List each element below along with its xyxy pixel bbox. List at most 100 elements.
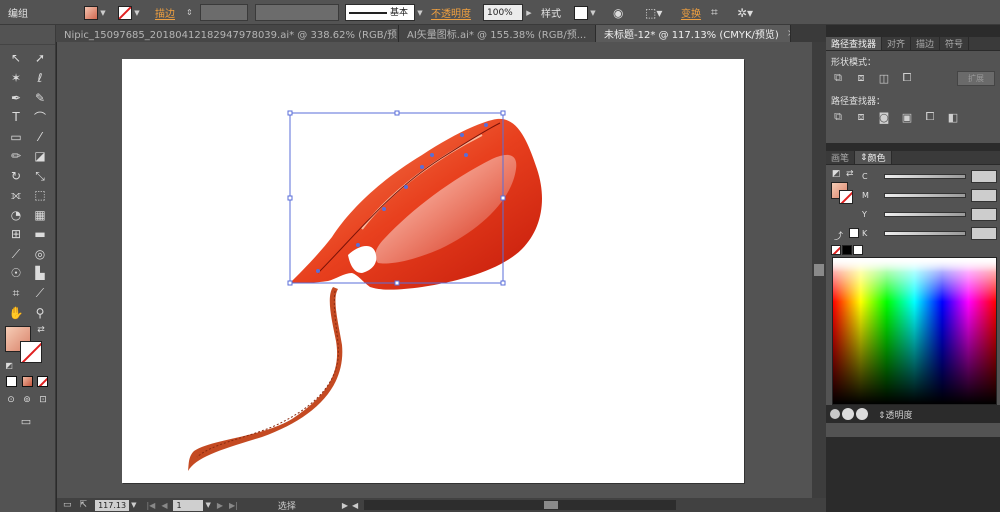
brush-definition-dropdown[interactable]: 基本 — [345, 4, 415, 21]
column-graph-tool-icon[interactable]: ▙ — [30, 264, 50, 282]
appearance-icon[interactable] — [830, 409, 840, 419]
color-spectrum[interactable] — [832, 257, 997, 405]
horizontal-scrollbar[interactable] — [364, 500, 677, 510]
minus-front-icon[interactable]: ⧈ — [854, 71, 868, 84]
stroke-color-box[interactable] — [839, 190, 853, 204]
mesh-tool-icon[interactable]: ⊞ — [6, 225, 26, 243]
tab-pathfinder[interactable]: 路径查找器 — [826, 37, 883, 50]
artboard[interactable] — [122, 59, 744, 483]
paintbrush-tool-icon[interactable]: ⁄ — [30, 128, 50, 146]
magic-wand-tool-icon[interactable]: ✶ — [6, 69, 26, 87]
graphic-style-dropdown[interactable]: ▼ — [574, 4, 598, 21]
graphic-styles-icon[interactable] — [856, 408, 868, 420]
tab-stroke[interactable]: 描边 — [911, 37, 941, 50]
channel-value-field[interactable] — [971, 208, 997, 221]
vertical-scrollbar[interactable] — [812, 42, 826, 498]
default-fill-stroke-icon[interactable]: ◩ — [832, 169, 841, 179]
stroke-color-dropdown[interactable]: ▼ — [118, 4, 142, 21]
pencil-tool-icon[interactable]: ✏ — [6, 147, 26, 165]
rectangle-tool-icon[interactable]: ▭ — [6, 128, 26, 146]
exclude-icon[interactable]: ⧠ — [900, 71, 914, 84]
slice-tool-icon[interactable]: ⟋ — [30, 284, 50, 302]
chevron-right-icon[interactable]: ▶ — [524, 4, 534, 21]
zoom-tool-icon[interactable]: ⚲ — [30, 304, 50, 322]
expand-button[interactable]: 扩展 — [957, 70, 995, 86]
chevron-down-icon[interactable]: ▼ — [415, 4, 425, 21]
opacity-field[interactable]: 100% — [483, 4, 523, 21]
out-of-gamut-icon[interactable]: ⤴ — [834, 229, 843, 242]
gamut-color-swatch[interactable] — [849, 228, 859, 238]
gradient-mode-icon[interactable] — [22, 376, 33, 387]
gradient-tool-icon[interactable]: ▬ — [30, 225, 50, 243]
next-artboard-icon[interactable]: ▶ — [217, 501, 223, 510]
rotate-tool-icon[interactable]: ↻ — [6, 167, 26, 185]
channel-slider[interactable] — [884, 193, 966, 198]
white-swatch[interactable] — [853, 245, 863, 255]
intersect-icon[interactable]: ◫ — [877, 72, 891, 85]
screen-mode-icon[interactable]: ▭ — [16, 413, 36, 429]
zoom-field[interactable]: 117.13 — [95, 499, 130, 511]
chevron-down-icon[interactable]: ▼ — [205, 501, 210, 509]
scroll-thumb[interactable] — [814, 264, 824, 276]
status-menu-icon[interactable]: ▶ — [342, 501, 348, 510]
artboard-number-field[interactable]: 1 — [173, 499, 204, 511]
color-mode-icon[interactable] — [6, 376, 17, 387]
variable-width-dropdown[interactable] — [255, 4, 339, 21]
curvature-tool-icon[interactable]: ✎ — [30, 89, 50, 107]
tab-document-1[interactable]: Nipic_15097685_20180412182947978039.ai* … — [56, 25, 399, 42]
stroke-label[interactable]: 描边 — [155, 4, 175, 21]
chevron-down-icon[interactable]: ▼ — [131, 501, 136, 509]
free-transform-tool-icon[interactable]: ⬚ — [30, 186, 50, 204]
minus-back-icon[interactable]: ◧ — [946, 111, 960, 124]
scale-tool-icon[interactable]: ⤡ — [30, 167, 50, 185]
channel-slider[interactable] — [884, 174, 966, 179]
stroke-weight-stepper[interactable]: ⇕ — [186, 4, 193, 21]
perspective-grid-tool-icon[interactable]: ▦ — [30, 206, 50, 224]
artboard-navigator-icon[interactable]: ▭ — [63, 500, 72, 510]
symbol-sprayer-tool-icon[interactable]: ☉ — [6, 264, 26, 282]
scroll-thumb[interactable] — [544, 501, 559, 509]
channel-slider[interactable] — [884, 231, 966, 236]
tab-document-3[interactable]: 未标题-12* @ 117.13% (CMYK/预览) × — [596, 25, 791, 42]
merge-icon[interactable]: ◙ — [877, 111, 891, 124]
outline-icon[interactable]: ⧠ — [923, 110, 937, 123]
share-icon[interactable]: ⇱ — [80, 500, 88, 510]
channel-value-field[interactable] — [971, 189, 997, 202]
stroke-weight-field[interactable] — [200, 4, 248, 21]
tab-brushes[interactable]: 画笔 — [826, 151, 856, 164]
panel-grip[interactable] — [0, 25, 55, 45]
transparency-tab[interactable]: ⇕透明度 — [878, 408, 913, 421]
tab-align[interactable]: 对齐 — [882, 37, 912, 50]
document-canvas[interactable] — [57, 42, 812, 498]
width-tool-icon[interactable]: ⟗ — [6, 186, 26, 204]
pen-tool-icon[interactable]: ✒ — [6, 89, 26, 107]
align-to-icon[interactable]: ⬚▾ — [645, 4, 662, 21]
channel-slider[interactable] — [884, 212, 966, 217]
first-artboard-icon[interactable]: |◀ — [146, 501, 155, 510]
tab-color[interactable]: ⇕ 颜色 — [855, 151, 892, 164]
options-menu-icon[interactable]: ✲▾ — [737, 4, 753, 21]
crop-icon[interactable]: ▣ — [900, 111, 914, 124]
none-mode-icon[interactable] — [37, 376, 48, 387]
divide-icon[interactable]: ⧉ — [831, 110, 845, 123]
arc-tool-icon[interactable]: ⌒ — [30, 108, 50, 126]
direct-selection-tool-icon[interactable]: ➚ — [30, 49, 50, 67]
eraser-tool-icon[interactable]: ◪ — [30, 147, 50, 165]
channel-c[interactable]: C — [862, 167, 997, 186]
swap-fill-stroke-icon[interactable]: ⇄ — [34, 323, 48, 337]
transform-label[interactable]: 变换 — [681, 4, 701, 21]
shape-builder-tool-icon[interactable]: ◔ — [6, 206, 26, 224]
none-swatch[interactable] — [831, 245, 841, 255]
unite-icon[interactable]: ⧉ — [831, 71, 845, 84]
default-colors-icon[interactable]: ◩ — [3, 359, 15, 371]
tab-symbols[interactable]: 符号 — [940, 37, 970, 50]
prev-artboard-icon[interactable]: ◀ — [161, 501, 167, 510]
last-artboard-icon[interactable]: ▶| — [229, 501, 238, 510]
trim-icon[interactable]: ⧈ — [854, 110, 868, 123]
mouse-artwork[interactable] — [122, 59, 744, 483]
draw-inside-icon[interactable]: ⊡ — [36, 393, 50, 407]
lasso-tool-icon[interactable]: ℓ — [30, 69, 50, 87]
tab-document-2[interactable]: AI矢量图标.ai* @ 155.38% (RGB/预... × — [399, 25, 596, 42]
fill-color-dropdown[interactable]: ▼ — [84, 4, 108, 21]
isolate-group-icon[interactable]: ⌗ — [711, 4, 718, 21]
